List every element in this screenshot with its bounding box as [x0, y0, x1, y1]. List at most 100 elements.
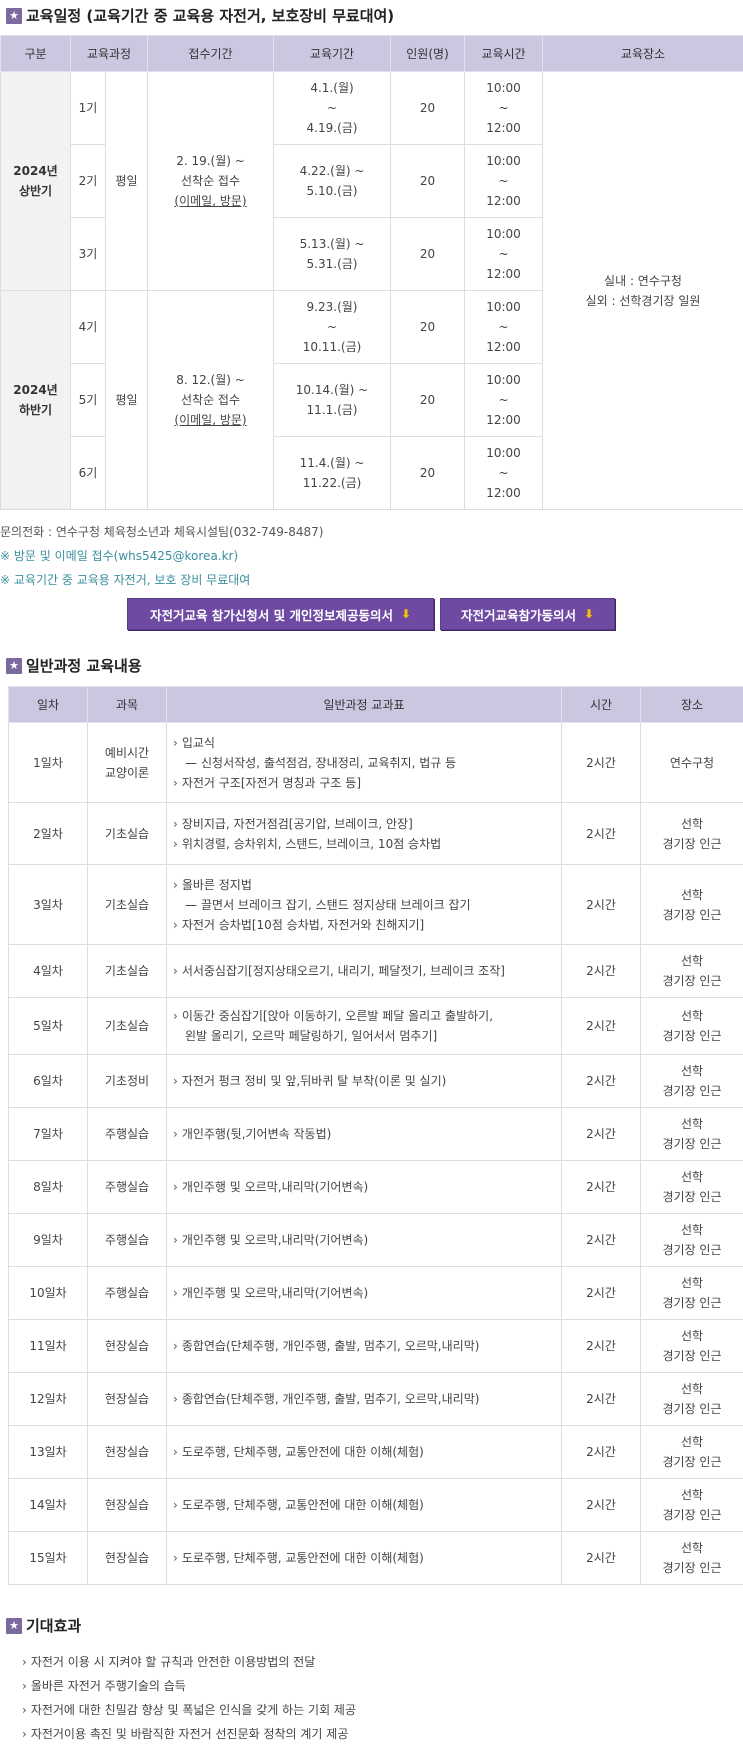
- table-row: 9일차 주행실습 › 개인주행 및 오르막,내리막(기어변속) 2시간 선학 경기장 인근: [8, 1213, 743, 1267]
- star-icon: ★: [6, 657, 22, 674]
- chevron-right-icon: ›: [173, 816, 178, 831]
- cohort-number: 3기: [70, 217, 106, 291]
- effects-list: › 자전거 이용 시 지켜야 할 규칙과 안전한 이용방법의 전달 › 올바른 자전…: [22, 1650, 356, 1744]
- syllabus-item: › 올바른 정지법: [173, 875, 558, 895]
- syllabus-item: › 입교식: [173, 733, 558, 753]
- edu-time: 10:00 ~ 12:00: [464, 217, 544, 291]
- day-cell: 11일차: [8, 1319, 88, 1373]
- hours-cell: 2시간: [561, 1478, 641, 1532]
- header-hours: 시간: [561, 686, 641, 723]
- people-count: 20: [390, 290, 466, 364]
- location-cell: 선학 경기장 인근: [640, 864, 743, 945]
- hours-cell: 2시간: [561, 1266, 641, 1320]
- location-cell: 선학 경기장 인근: [640, 1266, 743, 1320]
- subject-cell: 기초정비: [87, 1054, 167, 1108]
- day-cell: 10일차: [8, 1266, 88, 1320]
- syllabus-cell: › 종합연습(단체주행, 개인주행, 출발, 멈추기, 오르막,내리막): [166, 1372, 562, 1426]
- syllabus-cell: › 장비지급, 자전거점검[공기압, 브레이크, 안장] › 위치경렬, 승차위치, …: [166, 802, 562, 865]
- syllabus-cell: › 개인주행 및 오르막,내리막(기어변속): [166, 1160, 562, 1214]
- consent-download-button[interactable]: 자전거교육참가동의서 ⬇: [440, 598, 615, 630]
- location-cell: 선학 경기장 인근: [640, 1531, 743, 1585]
- course-type: 평일: [104, 71, 149, 291]
- chevron-right-icon: ›: [173, 1445, 178, 1459]
- syllabus-item: › 위치경렬, 승차위치, 스탠드, 브레이크, 10점 승차법: [173, 834, 558, 854]
- chevron-right-icon: ›: [173, 1127, 178, 1141]
- syllabus-cell: › 개인주행 및 오르막,내리막(기어변속): [166, 1266, 562, 1320]
- table-row: 2일차 기초실습 › 장비지급, 자전거점검[공기압, 브레이크, 안장] › 위치경렬,…: [8, 802, 743, 865]
- chevron-right-icon: ›: [173, 775, 178, 790]
- day-cell: 4일차: [8, 944, 88, 998]
- edu-time: 10:00 ~ 12:00: [464, 290, 544, 364]
- syllabus-item: › 자전거 승차법[10점 승차법, 자전거와 친해지기]: [173, 915, 558, 935]
- schedule-row: 2024년 상반기 1기 평일 2. 19.(월) ~ 선착순 접수 (이메일,…: [0, 71, 743, 510]
- chevron-right-icon: ›: [173, 1009, 178, 1023]
- subject-cell: 주행실습: [87, 1160, 167, 1214]
- syllabus-subitem: 신청서작성, 출석점검, 장내정리, 교육취지, 법규 등: [173, 753, 558, 773]
- schedule-title: 교육일정 (교육기간 중 교육용 자전거, 보호장비 무료대여): [26, 7, 395, 25]
- header-reception: 접수기간: [147, 35, 275, 72]
- syllabus-cell: › 개인주행(뒷,기어변속 작동법): [166, 1107, 562, 1161]
- subject-cell: 기초실습: [87, 864, 167, 945]
- syllabus-continuation: 왼발 올리기, 오르막 페달링하기, 일어서서 멈추기]: [185, 1029, 438, 1043]
- effect-item: › 자전거이용 촉진 및 바람직한 자전거 선진문화 정착의 계기 제공: [22, 1722, 356, 1744]
- subject-cell: 주행실습: [87, 1107, 167, 1161]
- location-cell: 선학 경기장 인근: [640, 1160, 743, 1214]
- chevron-right-icon: ›: [22, 1655, 27, 1669]
- subject-cell: 현장실습: [87, 1372, 167, 1426]
- people-count: 20: [390, 363, 466, 437]
- schedule-table: 구분 교육과정 접수기간 교육기간 인원(명) 교육시간 교육장소 2024년 …: [0, 35, 743, 510]
- day-cell: 9일차: [8, 1213, 88, 1267]
- hours-cell: 2시간: [561, 1319, 641, 1373]
- syllabus-item: › 종합연습(단체주행, 개인주행, 출발, 멈추기, 오르막,내리막): [173, 1389, 558, 1409]
- day-cell: 5일차: [8, 997, 88, 1055]
- day-cell: 12일차: [8, 1372, 88, 1426]
- syllabus-subitem: 끌면서 브레이크 잡기, 스탠드 정지상태 브레이크 잡기: [173, 895, 558, 915]
- syllabus-item: › 도로주행, 단체주행, 교통안전에 대한 이해(체험): [173, 1495, 558, 1515]
- edu-place: 실내 : 연수구청 실외 : 선학경기장 일원: [542, 71, 743, 510]
- application-download-button[interactable]: 자전거교육 참가신청서 및 개인정보제공동의서 ⬇: [127, 598, 434, 630]
- hours-cell: 2시간: [561, 1531, 641, 1585]
- cohort-number: 4기: [70, 290, 106, 364]
- syllabus-cell: › 종합연습(단체주행, 개인주행, 출발, 멈추기, 오르막,내리막): [166, 1319, 562, 1373]
- syllabus-cell: › 도로주행, 단체주행, 교통안전에 대한 이해(체험): [166, 1531, 562, 1585]
- edu-period: 4.1.(월) ~ 4.19.(금): [273, 71, 392, 145]
- curriculum-table: 일차 과목 일반과정 교과표 시간 장소 1일차예비시간교양이론›입교식신청서작…: [8, 686, 743, 1585]
- day-cell: 2일차: [8, 802, 88, 865]
- people-count: 20: [390, 217, 466, 291]
- day-cell: 7일차: [8, 1107, 88, 1161]
- header-course: 교육과정: [69, 35, 149, 72]
- reception-period: 8. 12.(월) ~ 선착순 접수 (이메일, 방문): [147, 290, 275, 510]
- day-cell: 1일차: [8, 722, 88, 803]
- syllabus-cell: › 개인주행 및 오르막,내리막(기어변속): [166, 1213, 562, 1267]
- reception-method: (이메일, 방문): [174, 194, 247, 208]
- course-type: 평일: [104, 290, 149, 510]
- half-label-second: 2024년 하반기: [0, 290, 71, 510]
- header-syllabus: 일반과정 교과표: [166, 686, 562, 723]
- hours-cell: 2시간: [561, 722, 641, 803]
- table-row: 4일차 기초실습 › 서서중심잡기[정지상태오르기, 내리기, 페달젓기, 브레이크 …: [8, 944, 743, 998]
- curriculum-body: 1일차예비시간교양이론›입교식신청서작성, 출석점검, 장내정리, 교육취지, …: [8, 722, 743, 1585]
- location-cell: 선학 경기장 인근: [640, 997, 743, 1055]
- hours-cell: 2시간: [561, 1107, 641, 1161]
- header-subject: 과목: [87, 686, 167, 723]
- day-cell: 6일차: [8, 1054, 88, 1108]
- schedule-header-row: 구분 교육과정 접수기간 교육기간 인원(명) 교육시간 교육장소: [0, 35, 743, 72]
- header-location: 장소: [640, 686, 743, 723]
- chevron-right-icon: ›: [173, 1233, 178, 1247]
- hours-cell: 2시간: [561, 864, 641, 945]
- chevron-right-icon: ›: [173, 1074, 178, 1088]
- day-cell: 8일차: [8, 1160, 88, 1214]
- syllabus-item: › 자전거 펑크 정비 및 앞,뒤바퀴 탈 부착(이론 및 실기): [173, 1071, 558, 1091]
- table-row: 15일차 현장실습 › 도로주행, 단체주행, 교통안전에 대한 이해(체험) 2시간 선…: [8, 1531, 743, 1585]
- cohort-number: 1기: [70, 71, 106, 145]
- table-row: 6일차 기초정비 › 자전거 펑크 정비 및 앞,뒤바퀴 탈 부착(이론 및 실기) 2…: [8, 1054, 743, 1108]
- cohort-number: 6기: [70, 436, 106, 510]
- syllabus-item: › 도로주행, 단체주행, 교통안전에 대한 이해(체험): [173, 1548, 558, 1568]
- syllabus-item: › 개인주행 및 오르막,내리막(기어변속): [173, 1177, 558, 1197]
- chevron-right-icon: ›: [173, 1339, 178, 1353]
- hours-cell: 2시간: [561, 944, 641, 998]
- edu-time: 10:00 ~ 12:00: [464, 436, 544, 510]
- location-cell: 선학 경기장 인근: [640, 1425, 743, 1479]
- syllabus-cell: › 자전거 펑크 정비 및 앞,뒤바퀴 탈 부착(이론 및 실기): [166, 1054, 562, 1108]
- chevron-right-icon: ›: [22, 1703, 27, 1717]
